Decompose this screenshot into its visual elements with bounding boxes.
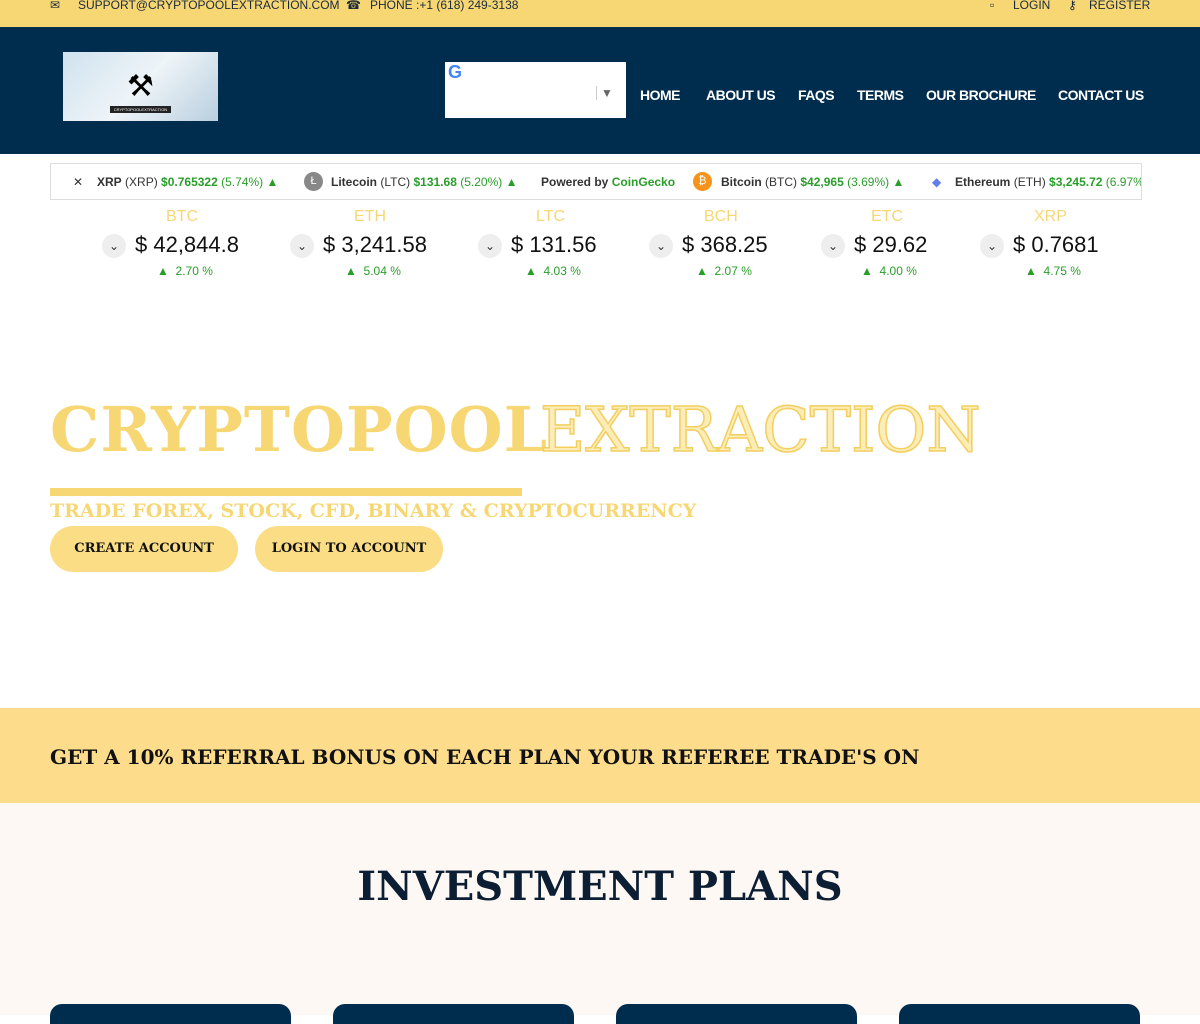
google-icon: G bbox=[448, 62, 463, 82]
coin-symbol: ETH bbox=[354, 208, 386, 225]
login-to-account-button[interactable]: LOGIN TO ACCOUNT bbox=[255, 526, 443, 572]
main-nav: ⚒ CRYPTOPOOLEXTRACTION G ▼ HOME ABOUT US… bbox=[0, 27, 1200, 154]
pickaxe-icon: ⚒ bbox=[127, 70, 154, 103]
logo-label: CRYPTOPOOLEXTRACTION bbox=[109, 106, 172, 113]
coin-price: $ 42,844.8 bbox=[135, 232, 239, 257]
plan-card bbox=[899, 1004, 1140, 1024]
coin-symbol: BCH bbox=[704, 208, 738, 225]
coin-price: $ 29.62 bbox=[854, 232, 928, 257]
coin-price: $ 3,241.58 bbox=[323, 232, 427, 257]
chevron-down-icon[interactable]: ⌄ bbox=[821, 234, 845, 258]
mail-icon: ✉ bbox=[50, 0, 61, 12]
register-link[interactable]: REGISTER bbox=[1089, 0, 1150, 12]
coin-symbol: LTC bbox=[536, 208, 566, 225]
ticker-item-litecoin[interactable]: Litecoin (LTC) $131.68 (5.20%) ▲ bbox=[331, 175, 517, 189]
login-link[interactable]: LOGIN bbox=[1013, 0, 1050, 12]
coin-symbol: BTC bbox=[166, 208, 198, 225]
nav-contact-us[interactable]: CONTACT US bbox=[1058, 87, 1144, 103]
coin-change: ▲ 2.07 % bbox=[696, 264, 752, 278]
ticker-item-bitcoin[interactable]: Bitcoin (BTC) $42,965 (3.69%) ▲ bbox=[721, 175, 904, 189]
top-bar: ✉ SUPPORT@CRYPTOPOOLEXTRACTION.COM ☎ PHO… bbox=[0, 0, 1200, 27]
hero-title-solid: CRYPTOPOOL bbox=[50, 393, 549, 466]
logo[interactable]: ⚒ CRYPTOPOOLEXTRACTION bbox=[63, 52, 218, 121]
coin-price: $ 131.56 bbox=[511, 232, 597, 257]
coin-price: $ 368.25 bbox=[682, 232, 768, 257]
plan-card bbox=[333, 1004, 574, 1024]
referral-text: GET A 10% REFERRAL BONUS ON EACH PLAN YO… bbox=[50, 745, 920, 769]
coin-symbol: XRP bbox=[1034, 208, 1067, 225]
ticker-item-ethereum[interactable]: Ethereum (ETH) $3,245.72 (6.97% bbox=[955, 175, 1141, 189]
nav-about-us[interactable]: ABOUT US bbox=[706, 87, 776, 103]
price-ticker: ✕ XRP (XRP) $0.765322 (5.74%) ▲ Ł Liteco… bbox=[50, 163, 1142, 200]
chevron-down-icon[interactable]: ⌄ bbox=[290, 234, 314, 258]
xrp-icon: ✕ bbox=[73, 175, 84, 189]
create-account-button[interactable]: CREATE ACCOUNT bbox=[50, 526, 238, 572]
investment-plans-section: INVESTMENT PLANS bbox=[0, 803, 1200, 1024]
plan-card bbox=[50, 1004, 291, 1024]
coin-change: ▲ 4.75 % bbox=[1025, 264, 1081, 278]
section-title: INVESTMENT PLANS bbox=[357, 863, 843, 910]
coin-change: ▲ 4.00 % bbox=[861, 264, 917, 278]
nav-faqs[interactable]: FAQS bbox=[798, 87, 835, 103]
google-translate-select[interactable]: G ▼ bbox=[445, 62, 626, 118]
nav-terms[interactable]: TERMS bbox=[857, 87, 904, 103]
coin-change: ▲ 4.03 % bbox=[525, 264, 581, 278]
phone-number[interactable]: PHONE :+1 (618) 249-3138 bbox=[370, 0, 518, 12]
hero-title-outline: EXTRACTION bbox=[539, 392, 981, 467]
nav-our-brochure[interactable]: OUR BROCHURE bbox=[926, 87, 1036, 103]
hero-divider bbox=[50, 488, 522, 496]
bitcoin-icon: ₿ bbox=[693, 172, 712, 191]
coin-change: ▲ 5.04 % bbox=[345, 264, 401, 278]
chevron-down-icon[interactable]: ⌄ bbox=[478, 234, 502, 258]
nav-home[interactable]: HOME bbox=[640, 87, 681, 103]
coin-change: ▲ 2.70 % bbox=[157, 264, 213, 278]
support-email[interactable]: SUPPORT@CRYPTOPOOLEXTRACTION.COM bbox=[78, 0, 340, 12]
powered-by-coingecko[interactable]: Powered by CoinGecko bbox=[541, 175, 675, 189]
coin-price: $ 0.7681 bbox=[1013, 232, 1099, 257]
referral-banner: GET A 10% REFERRAL BONUS ON EACH PLAN YO… bbox=[0, 708, 1200, 803]
litecoin-icon: Ł bbox=[304, 172, 323, 191]
ethereum-icon: ◆ bbox=[932, 175, 942, 189]
plan-card bbox=[616, 1004, 857, 1024]
phone-icon: ☎ bbox=[346, 0, 361, 12]
chevron-down-icon[interactable]: ⌄ bbox=[980, 234, 1004, 258]
login-icon: ▫ bbox=[990, 0, 995, 12]
chevron-down-icon[interactable]: ⌄ bbox=[649, 234, 673, 258]
chevron-down-icon[interactable]: ⌄ bbox=[102, 234, 126, 258]
key-icon: ⚷ bbox=[1068, 0, 1077, 12]
ticker-item-xrp[interactable]: XRP (XRP) $0.765322 (5.74%) ▲ bbox=[97, 175, 278, 189]
hero-subtitle: TRADE FOREX, STOCK, CFD, BINARY & CRYPTO… bbox=[50, 500, 697, 522]
coin-symbol: ETC bbox=[871, 208, 903, 225]
dropdown-arrow-icon[interactable]: ▼ bbox=[596, 86, 613, 100]
